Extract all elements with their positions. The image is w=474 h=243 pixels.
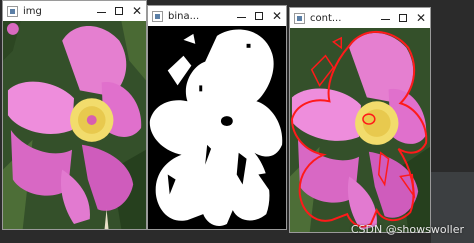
window-contours: cont... ✕	[289, 7, 431, 233]
close-icon: ✕	[131, 4, 143, 18]
window-img: img ✕	[2, 0, 147, 230]
close-icon: ✕	[415, 11, 427, 25]
window-binary: bina... ✕	[147, 5, 287, 230]
maximize-button[interactable]	[250, 7, 268, 25]
maximize-icon	[255, 12, 263, 20]
titlebar: img ✕	[3, 1, 146, 21]
flower-image	[3, 21, 146, 229]
minimize-button[interactable]	[232, 7, 250, 25]
titlebar: cont... ✕	[290, 8, 430, 28]
window-title: img	[23, 5, 42, 17]
minimize-button[interactable]	[92, 2, 110, 20]
maximize-icon	[115, 7, 123, 15]
maximize-icon	[399, 14, 407, 22]
close-button[interactable]: ✕	[268, 7, 286, 25]
titlebar: bina... ✕	[148, 6, 286, 26]
binary-mask-image	[148, 26, 286, 229]
window-title: cont...	[310, 12, 342, 24]
binary-image-canvas[interactable]	[148, 26, 286, 229]
app-icon	[7, 5, 18, 17]
minimize-icon	[96, 11, 106, 13]
maximize-button[interactable]	[110, 2, 128, 20]
minimize-button[interactable]	[376, 9, 394, 27]
close-icon: ✕	[271, 9, 283, 23]
close-button[interactable]: ✕	[412, 9, 430, 27]
minimize-icon	[380, 18, 390, 20]
watermark-text: CSDN @showswoller	[350, 223, 464, 236]
app-icon	[152, 10, 163, 22]
image-canvas[interactable]	[3, 21, 146, 229]
app-icon	[294, 12, 305, 24]
contour-image-canvas[interactable]	[290, 28, 430, 232]
close-button[interactable]: ✕	[128, 2, 146, 20]
contour-overlay-image	[290, 28, 430, 232]
maximize-button[interactable]	[394, 9, 412, 27]
minimize-icon	[236, 16, 246, 18]
window-title: bina...	[168, 10, 200, 22]
